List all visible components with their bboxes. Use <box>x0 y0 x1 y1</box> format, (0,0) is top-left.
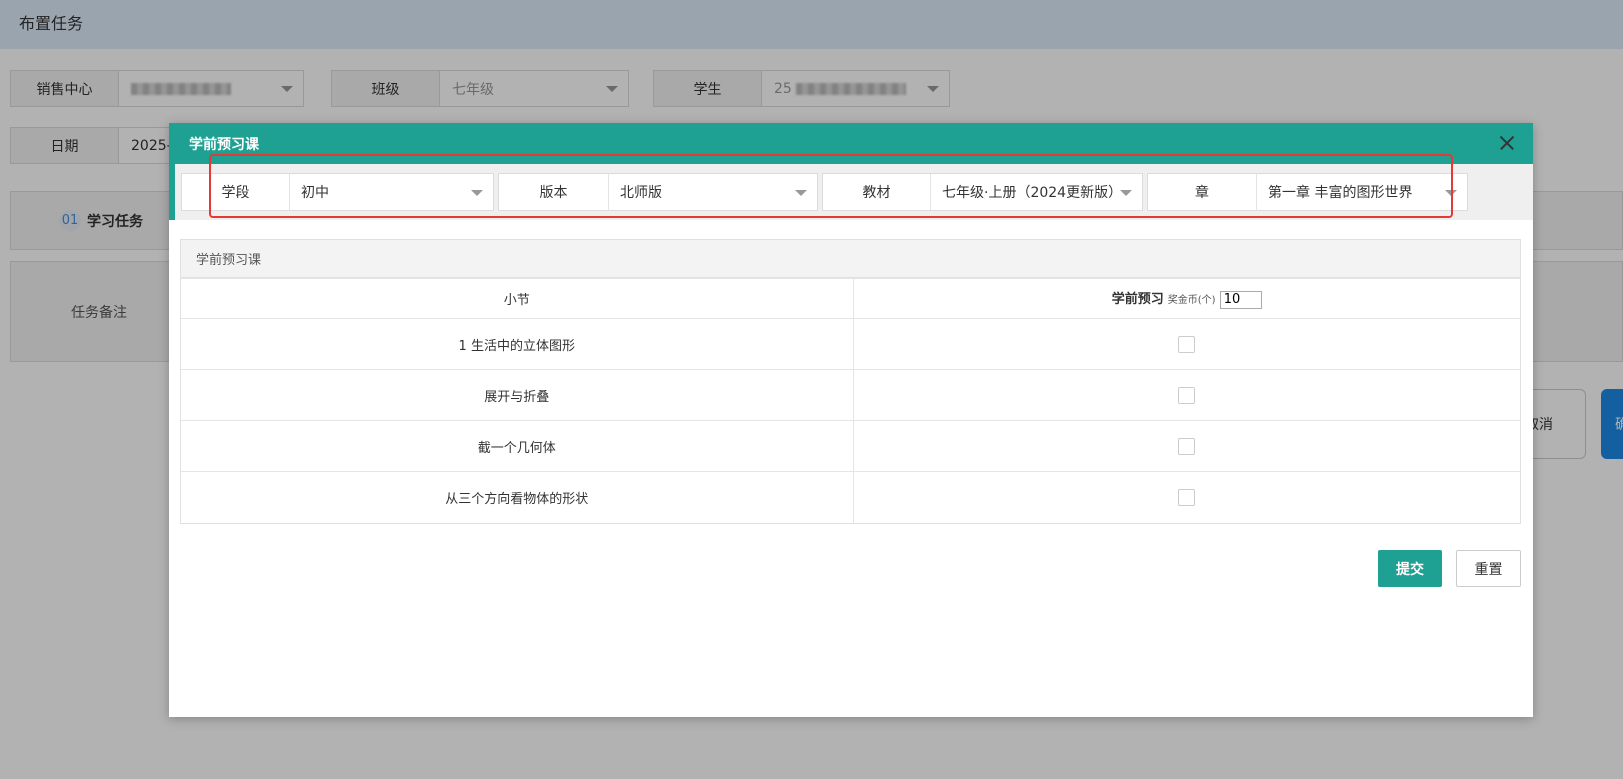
preview-checkbox[interactable] <box>1178 386 1196 404</box>
reward-coins-input[interactable] <box>1219 290 1262 309</box>
section-name: 截一个几何体 <box>181 420 854 472</box>
table-row: 展开与折叠 <box>181 369 1520 421</box>
chapter-value-text: 第一章 丰富的图形世界 <box>1268 185 1413 201</box>
stage-label: 学段 <box>182 174 290 210</box>
stage-select[interactable]: 学段 初中 <box>181 173 494 211</box>
textbook-select[interactable]: 教材 七年级·上册（2024更新版） <box>822 173 1143 211</box>
preview-checkbox[interactable] <box>1178 437 1196 455</box>
edition-label: 版本 <box>499 174 609 210</box>
chevron-down-icon <box>471 190 483 196</box>
chevron-down-icon <box>795 190 807 196</box>
filter-bar: 学段 初中 版本 北师版 教材 七年级·上册（2024更新版） 章 第一章 丰富… <box>169 164 1533 220</box>
col-preview-title: 学前预习 <box>1111 292 1164 308</box>
chevron-down-icon <box>1120 190 1132 196</box>
modal-header: 学前预习课 <box>169 123 1533 164</box>
table-row: 从三个方向看物体的形状 <box>181 471 1520 523</box>
chapter-value: 第一章 丰富的图形世界 <box>1257 174 1467 210</box>
stage-value: 初中 <box>290 174 493 210</box>
edition-value: 北师版 <box>609 174 817 210</box>
table-header-row: 小节 学前预习 奖金币(个) <box>181 278 1520 319</box>
textbook-value-text: 七年级·上册（2024更新版） <box>942 185 1123 201</box>
panel-title: 学前预习课 <box>181 240 1520 278</box>
lesson-table: 小节 学前预习奖金币(个) 1 生活中的立体图形 展开与折叠 截一个几何体 从三… <box>181 278 1520 523</box>
table-row: 截一个几何体 <box>181 420 1520 472</box>
preview-checkbox[interactable] <box>1178 335 1196 353</box>
section-name: 1 生活中的立体图形 <box>181 318 854 370</box>
section-name: 展开与折叠 <box>181 369 854 421</box>
chapter-select[interactable]: 章 第一章 丰富的图形世界 <box>1147 173 1468 211</box>
textbook-value: 七年级·上册（2024更新版） <box>931 174 1142 210</box>
chapter-label: 章 <box>1148 174 1257 210</box>
stage-value-text: 初中 <box>301 185 329 201</box>
section-name: 从三个方向看物体的形状 <box>181 471 854 523</box>
preview-checkbox[interactable] <box>1178 488 1196 506</box>
close-icon[interactable] <box>1495 131 1519 155</box>
table-row: 1 生活中的立体图形 <box>181 318 1520 370</box>
lesson-panel: 学前预习课 小节 学前预习奖金币(个) 1 生活中的立体图形 展开与折叠 截一个… <box>180 239 1521 524</box>
submit-button[interactable]: 提交 <box>1378 550 1442 587</box>
col-preview-header: 学前预习 奖金币(个) <box>853 278 1520 319</box>
col-section-header: 小节 <box>181 278 854 319</box>
edition-select[interactable]: 版本 北师版 <box>498 173 818 211</box>
preview-lesson-modal: 学前预习课 学段 初中 版本 北师版 教材 七年级·上册（2024更新版） 章 … <box>169 123 1533 717</box>
reward-label: 奖金币(个) <box>1167 295 1216 307</box>
textbook-label: 教材 <box>823 174 931 210</box>
reset-button[interactable]: 重置 <box>1456 550 1521 587</box>
chevron-down-icon <box>1445 190 1457 196</box>
modal-title: 学前预习课 <box>189 137 259 153</box>
edition-value-text: 北师版 <box>620 185 662 201</box>
